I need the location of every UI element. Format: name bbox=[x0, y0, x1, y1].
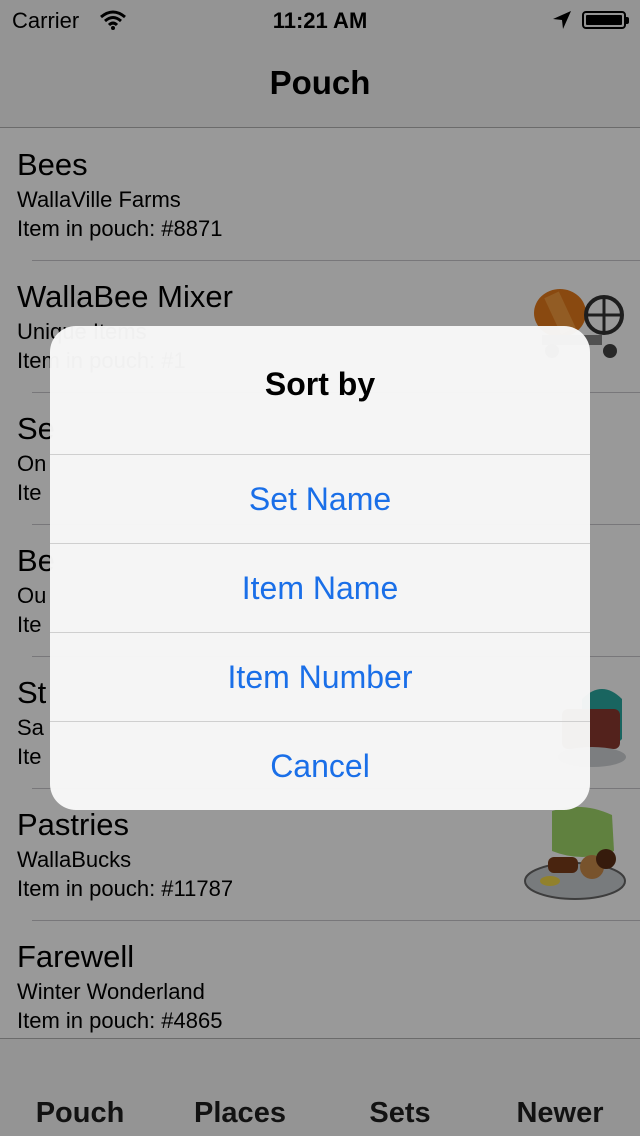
sort-set-name-button[interactable]: Set Name bbox=[50, 454, 590, 543]
alert-title: Sort by bbox=[264, 366, 376, 402]
cancel-button[interactable]: Cancel bbox=[50, 721, 590, 810]
sort-by-alert: Sort by Set Name Item Name Item Number C… bbox=[50, 326, 590, 810]
sort-item-name-button[interactable]: Item Name bbox=[50, 543, 590, 632]
sort-item-number-button[interactable]: Item Number bbox=[50, 632, 590, 721]
